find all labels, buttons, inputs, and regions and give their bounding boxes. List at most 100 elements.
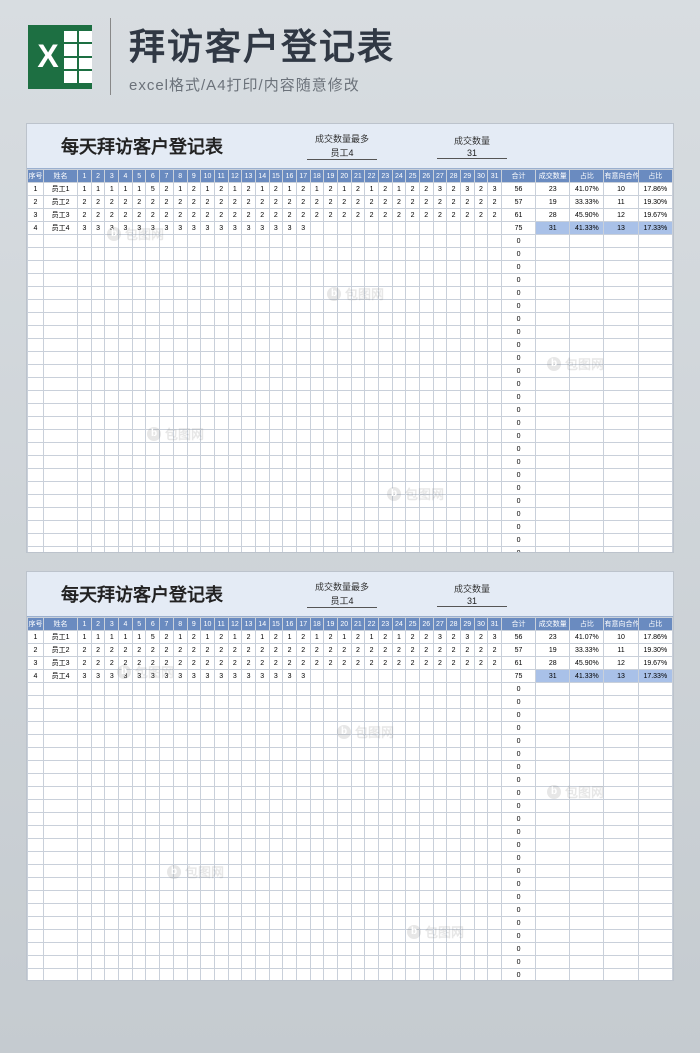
table-row: 2员工2222222222222222222222222222222257193… (28, 196, 673, 209)
data-table: 序号姓名123456789101112131415161718192021222… (27, 617, 673, 981)
col-pct2: 占比 (638, 618, 672, 631)
table-row: 0 (28, 878, 673, 891)
col-day: 3 (105, 170, 119, 183)
col-day: 17 (296, 170, 310, 183)
col-day: 27 (433, 170, 447, 183)
col-day: 15 (269, 170, 283, 183)
col-day: 30 (474, 170, 488, 183)
col-day: 12 (228, 618, 242, 631)
col-day: 19 (324, 170, 338, 183)
table-row: 0 (28, 274, 673, 287)
col-day: 1 (78, 618, 92, 631)
table-row: 0 (28, 300, 673, 313)
col-pct2: 占比 (638, 170, 672, 183)
col-deal: 成交数量 (536, 170, 570, 183)
col-total: 合计 (501, 618, 535, 631)
template-banner: X 拜访客户登记表 excel格式/A4打印/内容随意修改 (0, 0, 700, 105)
document-title: 每天拜访客户登记表 (37, 133, 247, 159)
spreadsheet-preview-1: 每天拜访客户登记表 成交数量最多 员工4 成交数量 31 序号姓名1234567… (26, 123, 674, 553)
col-day: 8 (173, 618, 187, 631)
col-pct1: 占比 (570, 170, 604, 183)
table-row: 0 (28, 683, 673, 696)
table-row: 0 (28, 800, 673, 813)
table-row: 0 (28, 865, 673, 878)
table-row: 0 (28, 735, 673, 748)
col-name: 姓名 (43, 618, 77, 631)
col-day: 23 (378, 618, 392, 631)
table-row: 0 (28, 482, 673, 495)
col-intent: 有意向合作 (604, 170, 638, 183)
col-day: 4 (119, 618, 133, 631)
document-header: 每天拜访客户登记表 成交数量最多 员工4 成交数量 31 (27, 124, 673, 169)
col-day: 4 (119, 170, 133, 183)
table-row: 0 (28, 943, 673, 956)
col-day: 11 (214, 170, 228, 183)
table-row: 0 (28, 547, 673, 554)
table-row: 0 (28, 365, 673, 378)
col-day: 17 (296, 618, 310, 631)
col-day: 20 (337, 170, 351, 183)
col-pct1: 占比 (570, 618, 604, 631)
col-name: 姓名 (43, 170, 77, 183)
table-row: 0 (28, 248, 673, 261)
col-day: 2 (91, 618, 105, 631)
col-day: 14 (255, 170, 269, 183)
col-intent: 有意向合作 (604, 618, 638, 631)
col-day: 20 (337, 618, 351, 631)
banner-title: 拜访客户登记表 (129, 18, 672, 70)
col-day: 9 (187, 618, 201, 631)
table-row: 4员工433333333333333333753141.33%1317.33% (28, 670, 673, 683)
col-day: 10 (201, 618, 215, 631)
col-day: 25 (406, 618, 420, 631)
table-row: 0 (28, 722, 673, 735)
col-day: 19 (324, 618, 338, 631)
table-row: 0 (28, 839, 673, 852)
col-day: 29 (460, 170, 474, 183)
col-idx: 序号 (28, 170, 44, 183)
table-row: 0 (28, 774, 673, 787)
col-day: 23 (378, 170, 392, 183)
col-day: 26 (419, 618, 433, 631)
col-day: 2 (91, 170, 105, 183)
col-day: 9 (187, 170, 201, 183)
col-day: 12 (228, 170, 242, 183)
kpi-deal-count: 成交数量 31 (437, 582, 507, 607)
table-row: 0 (28, 287, 673, 300)
table-row: 0 (28, 339, 673, 352)
table-row: 0 (28, 852, 673, 865)
col-day: 28 (447, 618, 461, 631)
table-row: 0 (28, 826, 673, 839)
col-day: 11 (214, 618, 228, 631)
col-day: 6 (146, 170, 160, 183)
table-row: 3员工3222222222222222222222222222222261284… (28, 209, 673, 222)
col-idx: 序号 (28, 618, 44, 631)
table-row: 0 (28, 235, 673, 248)
col-day: 16 (283, 170, 297, 183)
table-row: 0 (28, 313, 673, 326)
col-day: 15 (269, 618, 283, 631)
col-day: 29 (460, 618, 474, 631)
col-day: 31 (488, 618, 502, 631)
col-day: 26 (419, 170, 433, 183)
table-row: 0 (28, 326, 673, 339)
col-day: 18 (310, 618, 324, 631)
table-row: 0 (28, 748, 673, 761)
table-row: 0 (28, 696, 673, 709)
col-day: 5 (132, 170, 146, 183)
table-row: 2员工2222222222222222222222222222222257193… (28, 644, 673, 657)
table-row: 0 (28, 391, 673, 404)
kpi-most-deals: 成交数量最多 员工4 (307, 580, 377, 608)
table-row: 0 (28, 534, 673, 547)
col-day: 30 (474, 618, 488, 631)
kpi-most-deals: 成交数量最多 员工4 (307, 132, 377, 160)
col-day: 14 (255, 618, 269, 631)
table-row: 0 (28, 469, 673, 482)
table-row: 0 (28, 378, 673, 391)
kpi-deal-count: 成交数量 31 (437, 134, 507, 159)
table-row: 1员工1111115212121212121212121223232356234… (28, 631, 673, 644)
col-day: 1 (78, 170, 92, 183)
col-day: 16 (283, 618, 297, 631)
table-row: 0 (28, 813, 673, 826)
col-day: 7 (160, 170, 174, 183)
table-row: 0 (28, 352, 673, 365)
